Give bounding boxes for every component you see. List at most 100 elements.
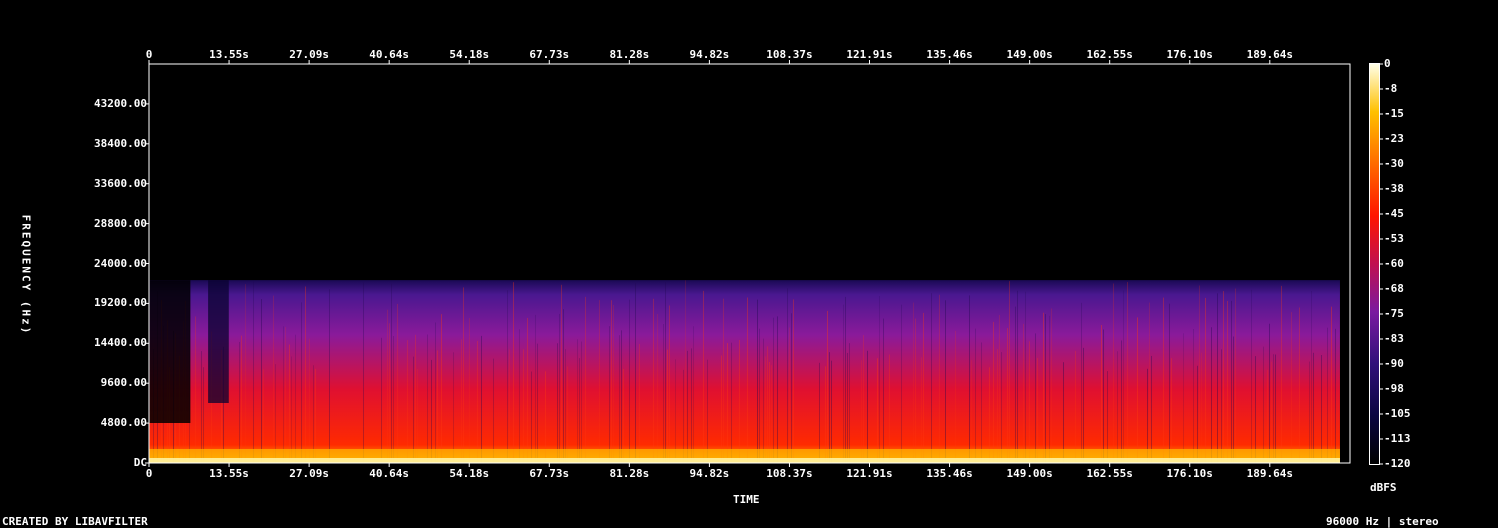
spectrogram-streak [635, 283, 636, 463]
spectrogram-streak [1121, 340, 1122, 463]
spectrogram-streak [639, 343, 640, 463]
spectrogram-streak [275, 364, 276, 463]
spectrogram-streak [577, 339, 578, 463]
spectrogram-streak [989, 367, 990, 463]
spectrogram-streak [1049, 315, 1050, 463]
spectrogram-streak [329, 289, 330, 463]
spectrogram-streak [1037, 357, 1038, 463]
spectrogram-streak [1001, 352, 1002, 463]
x-tick-label: 27.09s [289, 467, 329, 480]
x-tick-label: 149.00s [1006, 48, 1053, 61]
spectrogram-streak [523, 349, 524, 463]
spectrogram-streak [261, 299, 262, 463]
x-tick-label: 162.55s [1086, 48, 1133, 61]
spectrogram-streak [921, 357, 922, 463]
spectrogram-streak [509, 349, 510, 463]
spectrogram-streak [1075, 350, 1076, 463]
spectrogram-streak [747, 297, 748, 463]
spectrogram-streak [939, 294, 940, 463]
spectrogram-streak [623, 368, 624, 463]
spectrogram-streak [993, 321, 994, 463]
x-tick-label: 189.64s [1246, 48, 1293, 61]
spectrogram-streak [559, 313, 560, 463]
x-tick-label: 94.82s [689, 467, 730, 480]
spectrogram-streak [1327, 327, 1328, 463]
x-tick-label: 0 [145, 48, 153, 61]
spectrogram-streak [1193, 329, 1194, 463]
spectrogram-streak [1083, 347, 1084, 463]
x-tick-label: 13.55s [209, 467, 249, 480]
spectrogram-streak [999, 314, 1000, 463]
spectrogram-streak [1269, 323, 1270, 463]
spectrogram-streak [1291, 312, 1292, 463]
spectrogram-streak [819, 362, 820, 463]
spectrogram-streak [1137, 317, 1138, 463]
colorbar-tick-label: -105 [1384, 407, 1411, 420]
spectrogram-streak [201, 351, 202, 463]
spectrogram-streak [239, 341, 240, 463]
colorbar-label: dBFS [1370, 481, 1397, 494]
spectrogram-streak [391, 283, 392, 463]
spectrogram-streak [285, 326, 286, 463]
x-tick-label: 176.10s [1166, 48, 1213, 61]
x-tick-label: 108.37s [766, 48, 813, 61]
colorbar-tick-label: 0 [1384, 57, 1391, 70]
spectrogram-streak [1045, 314, 1046, 463]
spectrogram-streak [931, 293, 932, 463]
spectrogram-streak [975, 328, 976, 463]
spectrogram-streak [1103, 329, 1104, 463]
spectrogram-streak [477, 340, 478, 463]
spectrogram-streak [997, 349, 998, 463]
spectrogram-streak [1183, 333, 1184, 463]
colorbar-tick-label: -8 [1384, 82, 1398, 95]
spectrogram-streak [1023, 323, 1024, 463]
spectrogram-streak [301, 302, 302, 463]
spectrogram-streak [721, 355, 722, 463]
spectrogram-streak [971, 360, 972, 463]
x-tick-label: 94.82s [689, 48, 730, 61]
spectrogram-streak [913, 302, 914, 463]
x-tick-label: 54.18s [449, 48, 490, 61]
spectrogram-streak [863, 335, 864, 463]
spectrogram-streak [309, 338, 310, 463]
spectrogram-streak [621, 330, 622, 463]
spectrogram-streak [619, 335, 620, 463]
spectrogram-streak [461, 339, 462, 463]
spectrogram-plot [149, 280, 1340, 463]
spectrogram-streak [1127, 282, 1128, 463]
spectrogram-streak [241, 335, 242, 463]
spectrogram-streak [397, 303, 398, 463]
spectrogram-streak [883, 318, 884, 463]
spectrogram-streak [431, 359, 432, 463]
spectrogram-streak [843, 304, 844, 463]
spectrogram-streak [413, 356, 414, 463]
spectrogram-streak [877, 358, 878, 463]
spectrogram-streak [693, 326, 694, 463]
spectrogram-streak [453, 352, 454, 463]
low-frequency-band [149, 458, 1340, 463]
spectrogram-streak [691, 348, 692, 463]
spectrogram-streak [669, 305, 670, 463]
x-tick-label: 135.46s [926, 467, 973, 480]
spectrogram-streak [1063, 362, 1064, 463]
spectrogram-streak [981, 342, 982, 463]
spectrogram-streak [1217, 293, 1218, 463]
spectrogram-streak [519, 329, 520, 463]
spectrogram-streak [771, 365, 772, 463]
x-tick-label: 13.55s [209, 48, 249, 61]
spectrogram-streak [407, 340, 408, 463]
spectrogram-streak [861, 360, 862, 463]
spectrogram-streak [791, 313, 792, 463]
colorbar-tick-label: -38 [1384, 182, 1404, 195]
spectrogram-energy [149, 280, 1340, 463]
spectrogram-streak [417, 369, 418, 463]
spectrogram-streak [763, 338, 764, 463]
spectrogram-streak [273, 295, 274, 463]
spectrogram-streak [1309, 361, 1310, 463]
spectrogram-streak [567, 366, 568, 463]
colorbar-tick-label: -15 [1384, 107, 1404, 120]
spectrogram-streak [889, 354, 890, 463]
spectrogram-streak [557, 343, 558, 463]
spectrogram-streak [757, 299, 758, 463]
intro-quiet-region [208, 280, 229, 403]
